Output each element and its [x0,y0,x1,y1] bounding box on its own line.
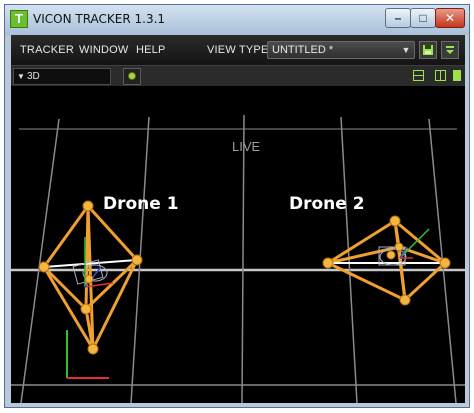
live-mode-label: LIVE [232,139,261,154]
chevron-down-icon: ▼ [401,45,411,55]
app-logo-icon: T [10,10,28,28]
save-icon [423,45,433,55]
app-window: T VICON TRACKER 1.3.1 – □ ✕ TRACKER WIND… [4,4,470,408]
3d-viewport[interactable]: LIVE Drone 1 Drone 2 [11,87,465,403]
view-type-label: VIEW TYPE: [207,44,272,56]
ground-grid [11,114,465,403]
view-type-value: UNTITLED * [272,44,334,56]
tab-3d-perspective[interactable]: ▼ 3D PERSPECTIVE [13,68,111,97]
split-vertical-icon[interactable] [435,70,446,81]
menu-tracker[interactable]: TRACKER [20,44,74,56]
camera-icon [128,72,136,80]
view-type-select[interactable]: UNTITLED * ▼ [267,41,415,59]
drone-1-label: Drone 1 [103,194,179,214]
chevron-down-icon: ▼ [17,72,25,81]
window-title: VICON TRACKER 1.3.1 [33,12,166,26]
drone-2-model[interactable] [322,215,451,306]
drone-1-model[interactable] [38,200,143,355]
menu-help[interactable]: HELP [136,44,166,56]
menu-bar: TRACKER WINDOW HELP VIEW TYPE: UNTITLED … [11,35,465,65]
save-button[interactable] [419,41,437,59]
origin-axes [66,330,109,379]
options-dropdown-button[interactable] [441,41,459,59]
title-bar[interactable]: T VICON TRACKER 1.3.1 – □ ✕ [5,5,469,35]
maximize-panel-icon[interactable] [453,70,461,81]
maximize-button[interactable]: □ [410,8,436,28]
camera-button[interactable] [123,68,141,85]
menu-window[interactable]: WINDOW [79,44,128,56]
split-horizontal-icon[interactable] [413,70,424,81]
dropdown-arrow-icon [446,46,454,54]
minimize-button[interactable]: – [385,8,411,28]
viewport-scene [11,114,465,403]
app-client-area: TRACKER WINDOW HELP VIEW TYPE: UNTITLED … [11,35,465,403]
panel-toolbar: ▼ 3D PERSPECTIVE [11,65,465,97]
close-button[interactable]: ✕ [435,8,465,28]
drone-2-label: Drone 2 [289,194,365,214]
